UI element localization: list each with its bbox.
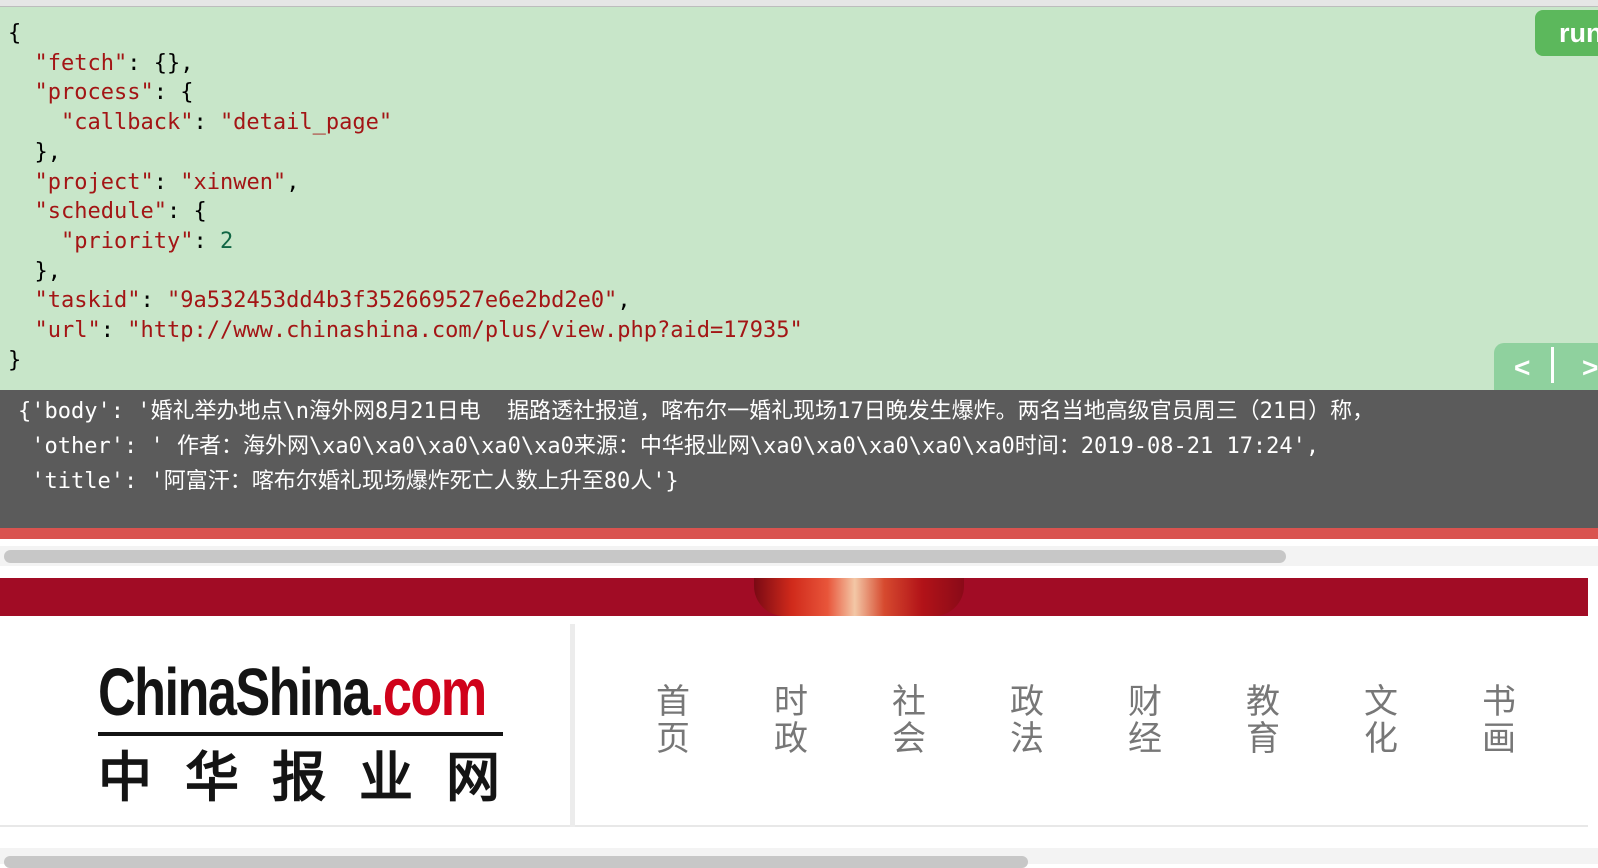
logo-text-main: ChinaShina — [98, 655, 371, 730]
nav-char: 页 — [656, 719, 690, 759]
nav-char: 时 — [774, 682, 808, 722]
page-horizontal-scrollbar[interactable] — [0, 848, 1598, 868]
code-line: "taskid": "9a532453dd4b3f352669527e6e2bd… — [34, 288, 631, 314]
result-line: 'other': ' 作者：海外网\xa0\xa0\xa0\xa0\xa0来源：… — [18, 434, 1320, 459]
code-line: "project": "xinwen", — [34, 169, 300, 195]
logo-text-domain: .com — [369, 655, 487, 730]
result-horizontal-scrollbar[interactable] — [0, 546, 1598, 566]
nav-char: 政 — [774, 719, 808, 759]
code-line: "url": "http://www.chinashina.com/plus/v… — [34, 318, 803, 344]
site-top-banner — [0, 578, 1588, 616]
nav-item-finance[interactable]: 财经 — [1125, 684, 1165, 758]
code-line: "fetch": {}, — [34, 50, 194, 76]
editor-code[interactable]: { "fetch": {}, "process": { "callback": … — [8, 19, 803, 375]
scrollbar-thumb[interactable] — [4, 856, 1028, 868]
nav-item-politics[interactable]: 时政 — [771, 684, 811, 758]
nav-char: 社 — [892, 682, 926, 722]
nav-char: 画 — [1482, 719, 1516, 759]
code-line: { — [8, 21, 22, 46]
nav-item-culture[interactable]: 文化 — [1361, 684, 1401, 758]
result-output-panel: {'body': '婚礼举办地点\n海外网8月21日电 据路透社报道，喀布尔一婚… — [0, 390, 1598, 528]
site-nav-area — [575, 624, 1588, 827]
nav-char: 经 — [1128, 719, 1162, 759]
result-line: {'body': '婚礼举办地点\n海外网8月21日电 据路透社报道，喀布尔一婚… — [18, 399, 1375, 424]
nav-char: 育 — [1246, 719, 1280, 759]
logo-chinese-name: 中华报业网 — [98, 746, 533, 809]
nav-char: 政 — [1010, 682, 1044, 722]
logo-underline — [98, 732, 503, 736]
run-button[interactable]: run — [1535, 10, 1598, 56]
code-line: } — [8, 347, 22, 373]
nav-char: 法 — [1010, 719, 1044, 759]
task-json-editor[interactable]: { "fetch": {}, "process": { "callback": … — [0, 7, 1598, 390]
next-result-button[interactable]: > — [1582, 352, 1598, 384]
nav-char: 化 — [1364, 719, 1398, 759]
code-line: "callback": "detail_page" — [60, 110, 393, 136]
nav-item-calligraphy[interactable]: 书画 — [1479, 684, 1519, 758]
scrollbar-thumb[interactable] — [4, 550, 1286, 563]
nav-char: 会 — [892, 719, 926, 759]
code-line: "process": { — [34, 80, 194, 106]
nav-char: 教 — [1246, 682, 1280, 722]
nav-char: 文 — [1364, 682, 1398, 722]
result-status-bar — [0, 528, 1598, 539]
nav-item-law[interactable]: 政法 — [1007, 684, 1047, 758]
window-top-border — [0, 0, 1598, 7]
prev-result-button[interactable]: < — [1514, 352, 1530, 384]
nav-item-home[interactable]: 首页 — [653, 684, 693, 758]
nav-item-society[interactable]: 社会 — [889, 684, 929, 758]
nav-char: 书 — [1482, 682, 1516, 722]
code-line: }, — [8, 258, 61, 284]
code-line: "schedule": { — [34, 199, 207, 225]
result-pager: < > — [1494, 343, 1598, 390]
code-line: "priority": 2 — [60, 228, 234, 254]
nav-item-education[interactable]: 教育 — [1243, 684, 1283, 758]
code-line: }, — [8, 139, 61, 165]
site-logo[interactable]: ChinaShina.com — [98, 655, 487, 730]
nav-char: 首 — [656, 682, 690, 722]
nav-char: 财 — [1128, 682, 1162, 722]
pager-separator — [1551, 347, 1554, 383]
result-line: 'title': '阿富汗：喀布尔婚礼现场爆炸死亡人数上升至80人'} — [18, 469, 679, 494]
banner-image — [754, 578, 964, 616]
